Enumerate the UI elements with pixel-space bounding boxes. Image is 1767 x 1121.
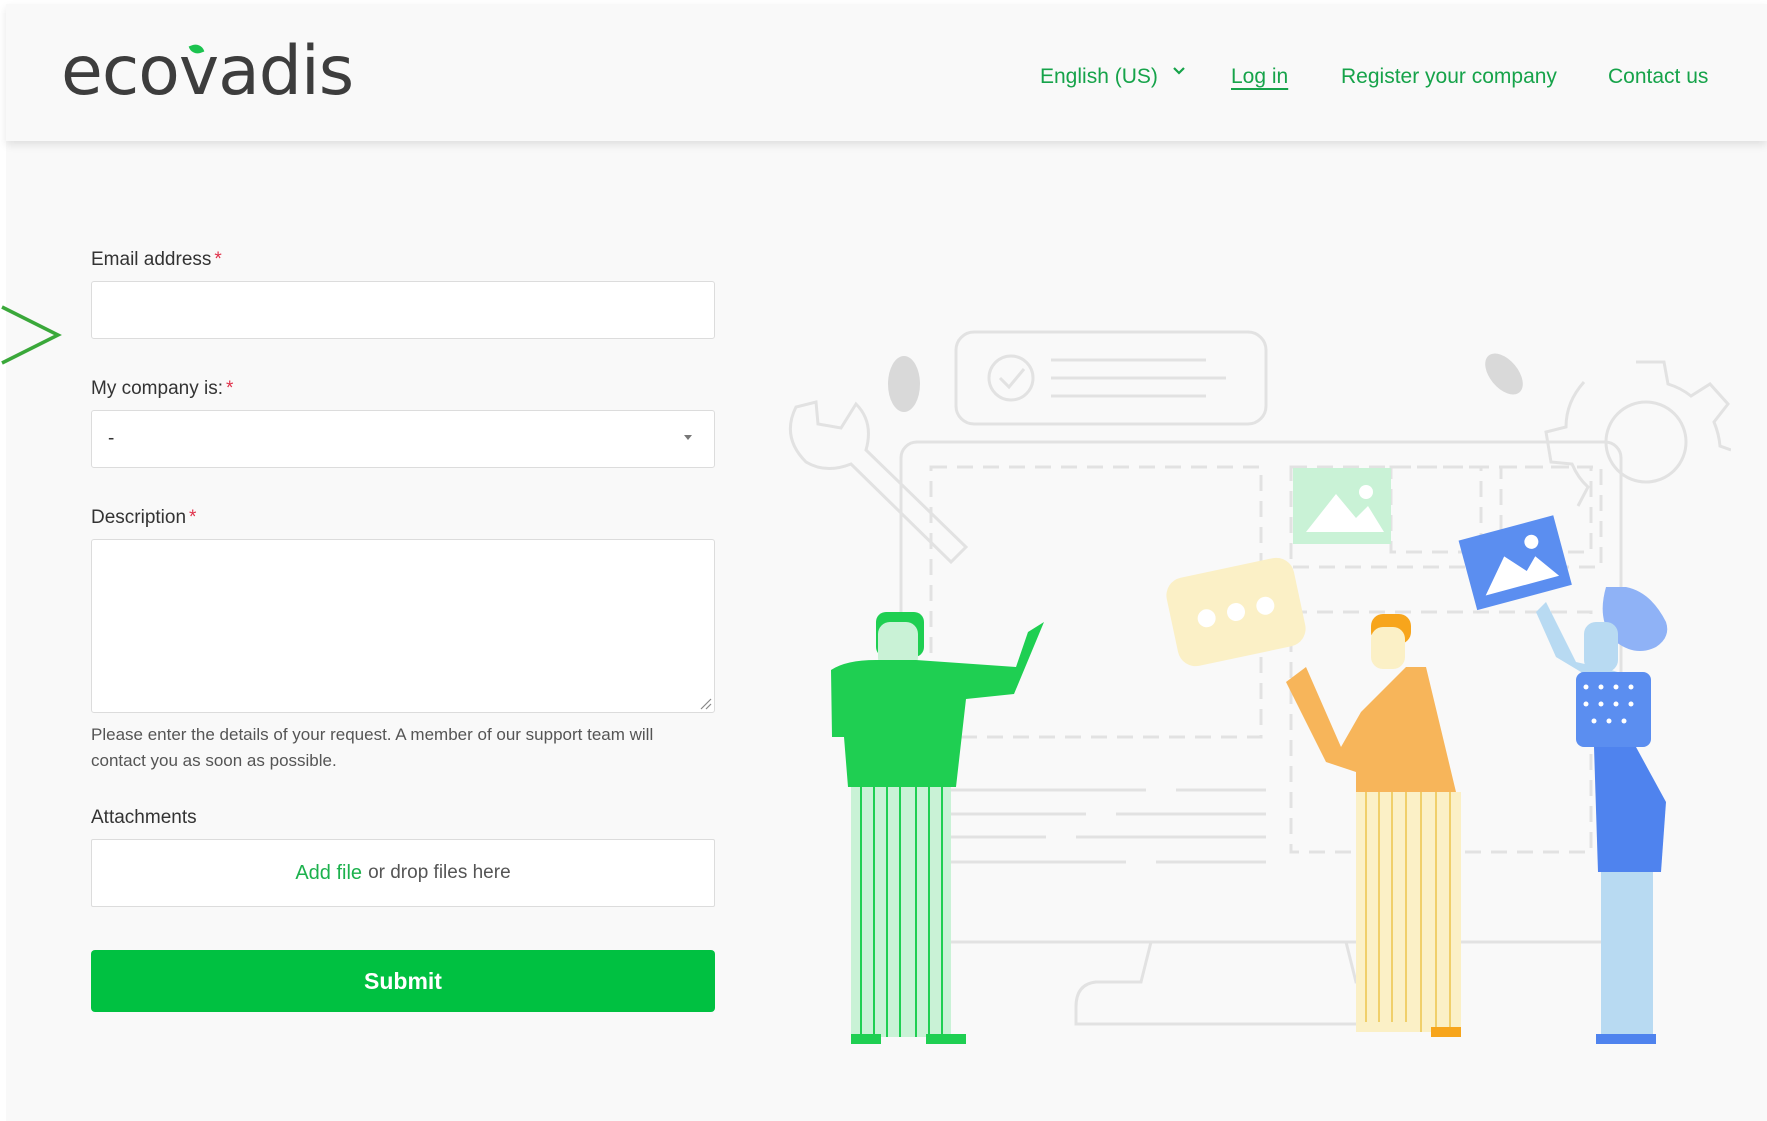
required-mark: *	[214, 249, 222, 270]
contact-us-link[interactable]: Contact us	[1608, 60, 1708, 94]
caret-down-icon	[684, 435, 692, 440]
chevron-down-icon[interactable]	[1172, 66, 1186, 76]
required-mark: *	[189, 507, 197, 528]
resize-grip-icon[interactable]	[698, 696, 712, 710]
description-textarea[interactable]	[91, 539, 715, 713]
email-field[interactable]	[91, 281, 715, 339]
leaf-icon	[888, 356, 920, 412]
file-dropzone[interactable]: Add file or drop files here	[91, 839, 715, 907]
company-select-value: -	[108, 428, 115, 449]
wrench-icon	[788, 400, 969, 565]
submit-button[interactable]: Submit	[91, 950, 715, 1012]
top-nav: English (US) Log in Register your compan…	[6, 60, 1767, 94]
support-request-form: Email address * My company is: * - Descrip…	[91, 248, 715, 1012]
check-circle-icon	[987, 354, 1035, 402]
description-group: Description * Please enter the details of…	[91, 506, 715, 774]
attachments-group: Attachments Add file or drop files here	[91, 806, 715, 907]
leaf-icon	[1485, 353, 1523, 395]
company-group: My company is: * -	[91, 377, 715, 468]
gear-icon	[1636, 360, 1731, 452]
description-label: Description	[91, 507, 187, 528]
person-green	[831, 612, 1044, 1044]
add-file-link[interactable]: Add file	[295, 862, 362, 885]
login-link[interactable]: Log in	[1231, 60, 1288, 94]
logo-leaf-icon	[188, 42, 205, 56]
company-select[interactable]: -	[91, 410, 715, 468]
language-selector[interactable]: English (US)	[1040, 60, 1158, 94]
required-mark: *	[225, 378, 234, 399]
person-blue	[1536, 587, 1668, 1044]
page-background: eco v adis English (US) Log in Register yo…	[6, 4, 1767, 1121]
company-label: My company is:	[91, 378, 223, 399]
image-tile-blue	[1458, 515, 1572, 611]
check-mark-icon	[998, 368, 1026, 390]
chat-bubble-icon	[1166, 557, 1306, 667]
attachments-label: Attachments	[91, 807, 197, 828]
email-group: Email address *	[91, 248, 715, 339]
arrow-pointer-icon	[1, 305, 62, 365]
person-orange	[1286, 614, 1461, 1037]
description-help-text: Please enter the details of your request…	[91, 725, 654, 770]
email-label: Email address	[91, 249, 212, 270]
drop-files-text: or drop files here	[368, 862, 511, 883]
site-header: eco v adis English (US) Log in Register yo…	[6, 4, 1767, 141]
register-company-link[interactable]: Register your company	[1341, 60, 1557, 94]
support-team-illustration	[788, 330, 1731, 1044]
